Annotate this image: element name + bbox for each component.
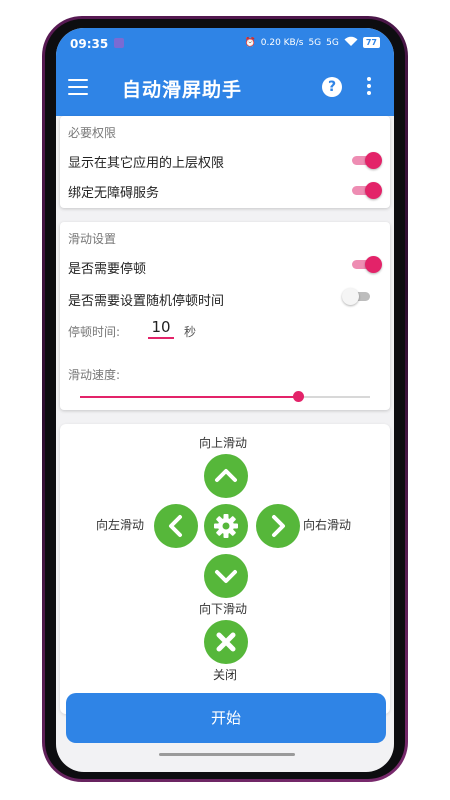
start-button[interactable]: 开始 xyxy=(66,693,386,743)
accessibility-service-label: 绑定无障碍服务 xyxy=(68,186,160,201)
pause-time-unit: 秒 xyxy=(184,325,197,339)
pause-switch[interactable] xyxy=(350,256,382,273)
scroll-up-label: 向上滑动 xyxy=(199,436,248,450)
scroll-down-label: 向下滑动 xyxy=(199,602,248,616)
speed-slider-thumb[interactable] xyxy=(292,391,304,402)
overlay-permission-switch[interactable] xyxy=(350,152,382,169)
notification-app-icon xyxy=(114,38,124,48)
battery-level: 77 xyxy=(362,37,380,48)
permissions-card: 必要权限 显示在其它应用的上层权限 绑定无障碍服务 xyxy=(60,116,390,208)
status-time: 09:35 xyxy=(70,37,109,51)
scroll-down-button[interactable] xyxy=(204,554,248,598)
close-icon xyxy=(216,632,236,652)
status-icons: ⏰ 0.20 KB/s 5G 5G 77 xyxy=(245,36,380,49)
help-circle-icon[interactable]: ? xyxy=(322,77,342,97)
control-pad: 向上滑动 向左滑动 向右滑动 向下滑动 关闭 xyxy=(60,424,390,714)
sim1-signal: 5G xyxy=(308,37,322,48)
scroll-settings-title: 滑动设置 xyxy=(68,232,117,246)
permissions-title: 必要权限 xyxy=(68,126,117,140)
scroll-right-label: 向右滑动 xyxy=(303,518,352,532)
pause-time-input[interactable]: 10 xyxy=(148,317,174,339)
chevron-left-icon xyxy=(169,515,182,537)
alarm-icon: ⏰ xyxy=(244,37,256,48)
close-label: 关闭 xyxy=(213,668,238,682)
close-button[interactable] xyxy=(204,620,248,664)
accessibility-service-switch[interactable] xyxy=(350,182,382,199)
home-indicator[interactable] xyxy=(159,753,295,756)
scroll-left-button[interactable] xyxy=(154,504,198,548)
sim2-signal: 5G xyxy=(326,37,339,48)
status-bar: 09:35 ⏰ 0.20 KB/s 5G 5G 77 xyxy=(56,28,394,58)
speed-slider-fill xyxy=(80,396,298,398)
chevron-up-icon xyxy=(215,469,237,482)
gear-icon xyxy=(214,514,238,538)
wifi-icon xyxy=(344,36,358,49)
pause-time-label: 停顿时间: xyxy=(68,325,121,339)
random-pause-label: 是否需要设置随机停顿时间 xyxy=(68,294,225,309)
scroll-settings-card: 滑动设置 是否需要停顿 是否需要设置随机停顿时间 停顿时间: 10 秒 滑动速度… xyxy=(60,222,390,410)
app-title: 自动滑屏助手 xyxy=(122,79,243,101)
overlay-permission-label: 显示在其它应用的上层权限 xyxy=(68,156,225,171)
random-pause-switch[interactable] xyxy=(342,288,374,305)
more-vert-icon[interactable] xyxy=(366,77,372,97)
chevron-right-icon xyxy=(272,515,285,537)
pause-label: 是否需要停顿 xyxy=(68,262,147,277)
net-speed: 0.20 KB/s xyxy=(260,37,304,48)
speed-slider[interactable] xyxy=(80,391,370,402)
scroll-up-button[interactable] xyxy=(204,454,248,498)
speed-label: 滑动速度: xyxy=(68,368,121,382)
app-bar: 自动滑屏助手 ? xyxy=(56,58,394,116)
scroll-left-label: 向左滑动 xyxy=(96,518,145,532)
scroll-right-button[interactable] xyxy=(256,504,300,548)
chevron-down-icon xyxy=(215,570,237,583)
hamburger-menu-icon[interactable] xyxy=(68,79,88,95)
screen: 09:35 ⏰ 0.20 KB/s 5G 5G 77 自动滑屏助手 ? 必要权限… xyxy=(56,28,394,772)
settings-button[interactable] xyxy=(204,504,248,548)
